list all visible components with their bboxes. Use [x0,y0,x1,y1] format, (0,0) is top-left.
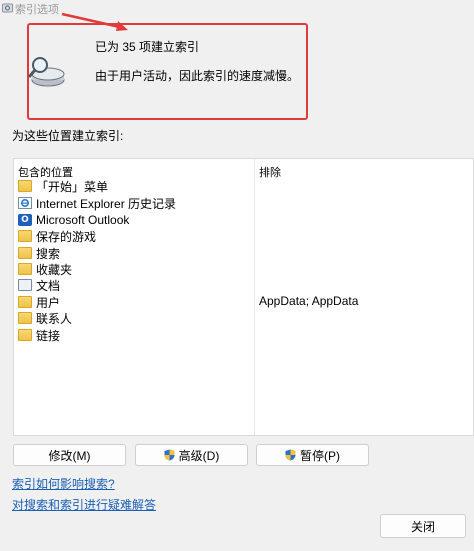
indexed-count-text: 已为 35 项建立索引 [95,40,200,54]
location-label: 「开始」菜单 [36,179,109,194]
indexing-options-icon [2,3,13,13]
location-row-searches[interactable]: 搜索 [14,245,253,261]
folder-icon [18,230,32,242]
document-icon [18,279,32,291]
location-row-users[interactable]: 用户 [14,294,253,310]
close-button[interactable]: 关闭 [380,514,466,538]
close-button-label: 关闭 [410,519,435,534]
location-row-contacts[interactable]: 联系人 [14,310,253,326]
window-title: 索引选项 [15,4,59,16]
uac-shield-icon [164,449,175,461]
folder-icon [18,312,32,324]
pause-button[interactable]: 暂停(P) [256,444,369,466]
exclude-value-users: AppData; AppData [259,294,359,308]
index-locations-list[interactable]: 包含的位置 排除 「开始」菜单 Internet Explorer 历史记录 O… [13,158,474,436]
location-row-documents[interactable]: 文档 [14,277,253,293]
modify-button-label: 修改(M) [48,448,91,463]
location-row-start-menu[interactable]: 「开始」菜单 [14,178,253,194]
location-label: 联系人 [36,311,73,326]
indexing-status-icon [27,57,65,87]
column-header-excluded[interactable]: 排除 [259,164,281,180]
location-row-favorites[interactable]: 收藏夹 [14,261,253,277]
folder-icon [18,247,32,259]
location-row-links[interactable]: 链接 [14,327,253,343]
location-row-saved-games[interactable]: 保存的游戏 [14,228,253,244]
advanced-button[interactable]: 高级(D) [135,444,248,466]
location-label: Microsoft Outlook [36,213,130,227]
pause-button-label: 暂停(P) [300,448,340,463]
troubleshoot-search-indexing-link[interactable]: 对搜索和索引进行疑难解答 [12,496,156,513]
location-label: 文档 [36,278,61,293]
index-locations-label: 为这些位置建立索引: [12,129,124,143]
column-divider [254,159,255,435]
folder-icon [18,263,32,275]
location-row-ie-history[interactable]: Internet Explorer 历史记录 [14,195,253,211]
indexing-speed-text: 由于用户活动，因此索引的速度减慢。 [95,69,300,83]
location-label: 收藏夹 [36,262,73,277]
location-row-outlook[interactable]: O Microsoft Outlook [14,212,253,228]
folder-icon [18,296,32,308]
location-label: 用户 [36,295,61,310]
location-label: Internet Explorer 历史记录 [36,196,177,211]
folder-icon [18,329,32,341]
folder-icon [18,180,32,192]
internet-explorer-icon [18,197,32,209]
modify-button[interactable]: 修改(M) [13,444,126,466]
location-label: 保存的游戏 [36,229,97,244]
outlook-icon: O [18,214,32,226]
uac-shield-icon [285,449,296,461]
how-indexing-affects-search-link[interactable]: 索引如何影响搜索? [12,475,115,492]
advanced-button-label: 高级(D) [178,448,220,463]
location-label: 搜索 [36,246,61,261]
location-label: 链接 [36,328,61,343]
